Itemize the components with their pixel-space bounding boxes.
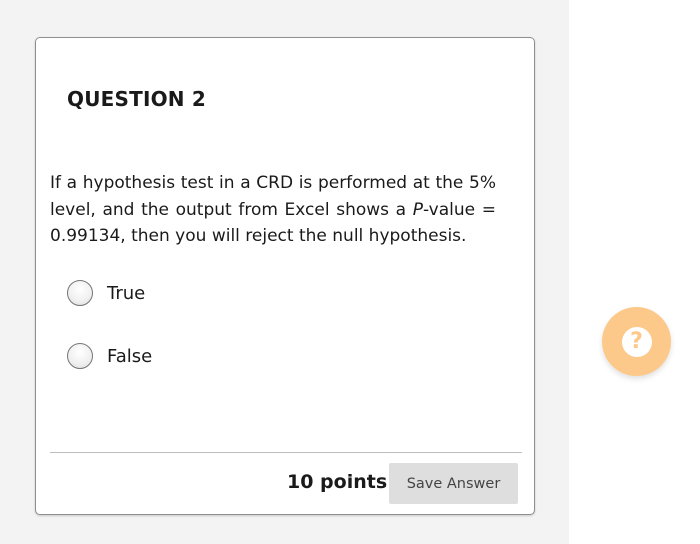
question-text: If a hypothesis test in a CRD is perform…	[50, 170, 496, 250]
question-text-italic: P	[412, 199, 423, 220]
divider	[50, 452, 522, 453]
option-false[interactable]: False	[67, 343, 152, 369]
question-mark-icon: ?	[621, 326, 652, 357]
help-button[interactable]: ?	[602, 307, 671, 376]
option-true[interactable]: True	[67, 280, 145, 306]
right-panel	[569, 0, 700, 544]
question-title: QUESTION 2	[67, 87, 207, 111]
save-answer-button[interactable]: Save Answer	[389, 463, 518, 504]
radio-false[interactable]	[67, 343, 93, 369]
points-label: 10 points	[287, 471, 388, 493]
question-card: QUESTION 2 If a hypothesis test in a CRD…	[35, 37, 535, 515]
content-area: QUESTION 2 If a hypothesis test in a CRD…	[0, 0, 569, 544]
option-false-label[interactable]: False	[107, 346, 152, 367]
radio-true[interactable]	[67, 280, 93, 306]
option-true-label[interactable]: True	[107, 283, 145, 304]
